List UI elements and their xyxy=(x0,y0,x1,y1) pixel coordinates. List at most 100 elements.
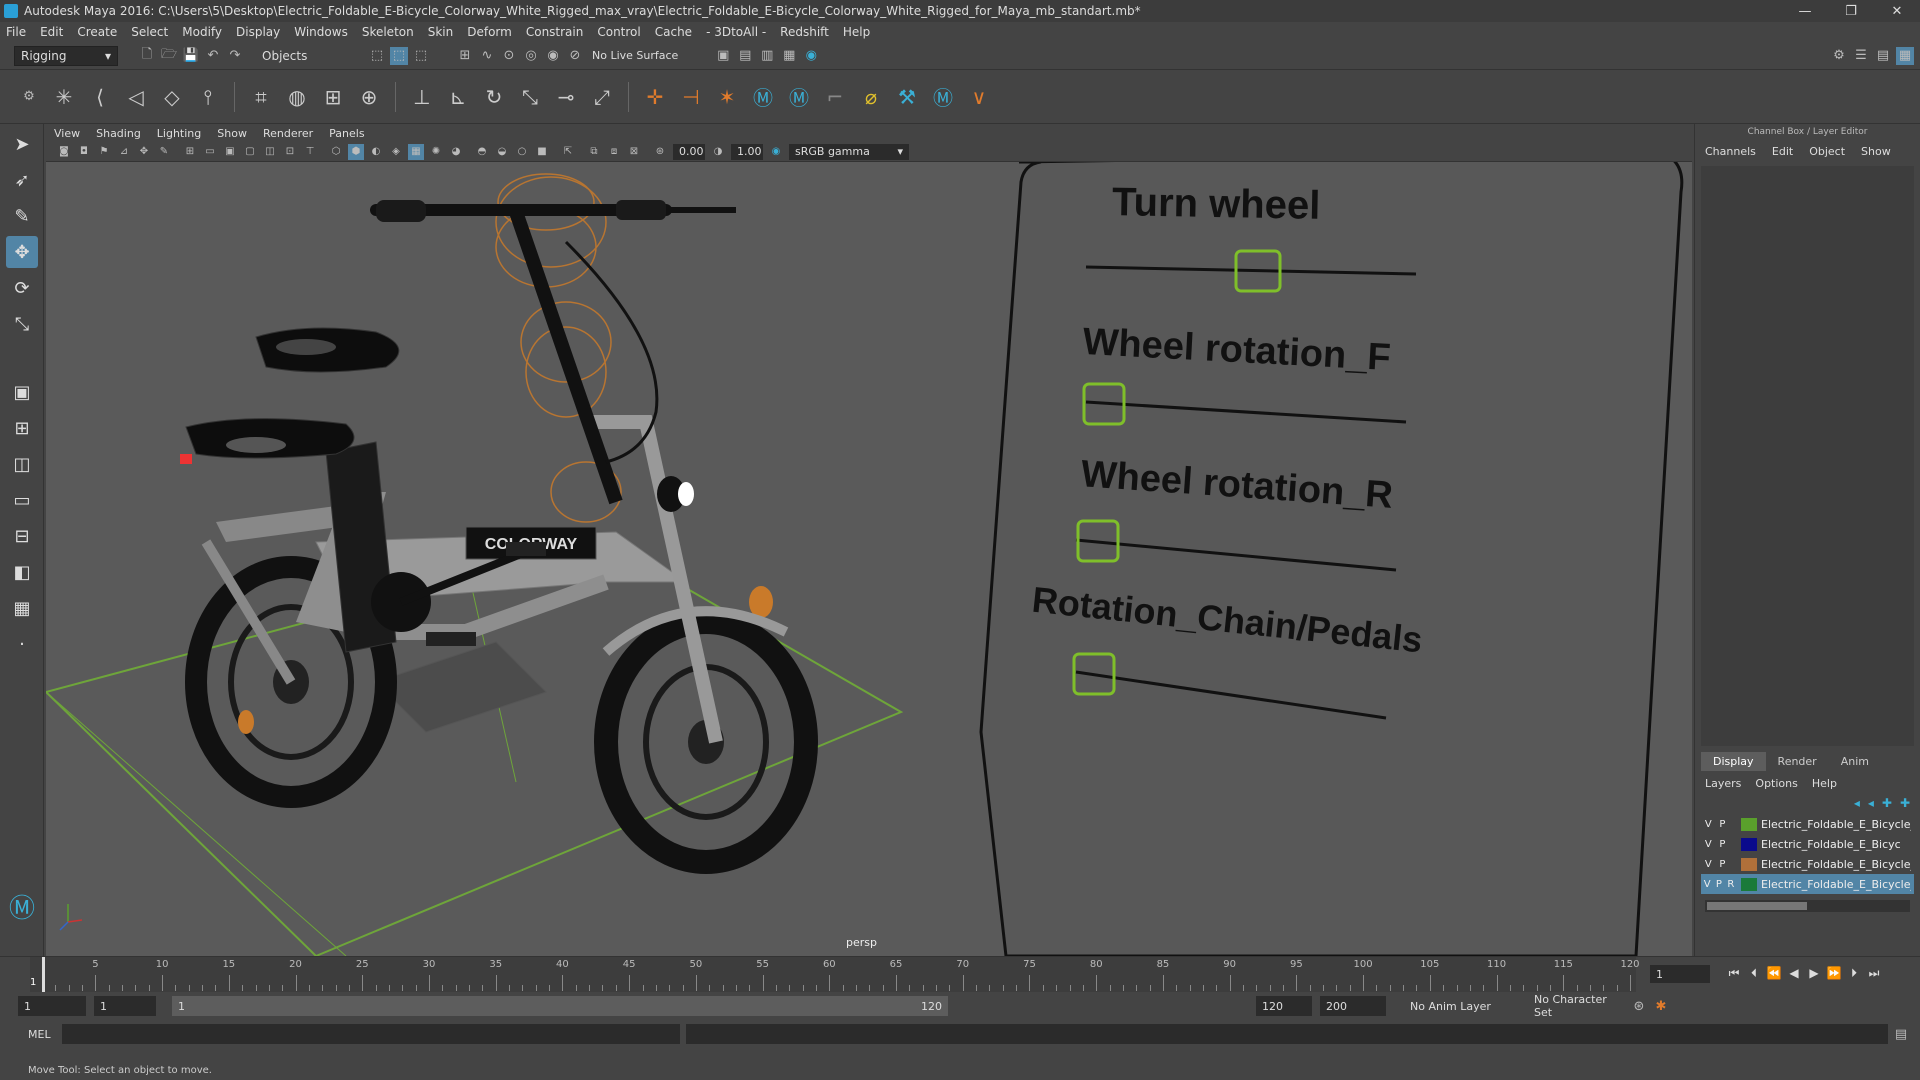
le-menu-options[interactable]: Options xyxy=(1755,777,1797,790)
animation-end-field[interactable]: 200 xyxy=(1320,996,1386,1016)
layer-toggle-p[interactable]: P xyxy=(1719,839,1725,850)
cb-menu-channels[interactable]: Channels xyxy=(1705,145,1756,158)
snap-point-icon[interactable]: ⊙ xyxy=(500,47,518,65)
color-management-icon[interactable]: ◉ xyxy=(768,144,784,160)
layer-toggle-v[interactable]: V xyxy=(1705,839,1712,850)
menu-select[interactable]: Select xyxy=(131,25,168,39)
lattice-icon[interactable]: ⊞ xyxy=(318,82,348,112)
persp-graph-icon[interactable]: ▭ xyxy=(6,484,38,516)
move-layer-up-icon[interactable]: ◂ xyxy=(1854,796,1860,810)
channel-box-icon[interactable]: ▦ xyxy=(1896,46,1914,65)
menu-cache[interactable]: Cache xyxy=(655,25,692,39)
view-transform-dropdown[interactable]: sRGB gamma ▾ xyxy=(789,143,909,160)
film-gate-icon[interactable]: ▭ xyxy=(202,144,218,160)
open-scene-icon[interactable]: 🗁 xyxy=(160,47,178,65)
scrollbar-thumb[interactable] xyxy=(1707,902,1807,910)
orient-constraint-icon[interactable]: ↻ xyxy=(479,82,509,112)
layer-color-swatch[interactable] xyxy=(1741,877,1757,891)
point-constraint-icon[interactable]: ⊾ xyxy=(443,82,473,112)
new-scene-icon[interactable]: 🗋 xyxy=(138,47,156,65)
layer-row[interactable]: V P R Electric_Foldable_E_Bicycle_C xyxy=(1701,874,1914,894)
menu-skeleton[interactable]: Skeleton xyxy=(362,25,414,39)
layer-visibility-toggles[interactable]: VP xyxy=(1701,839,1737,850)
step-forward-frame-icon[interactable]: ⏵ xyxy=(1844,966,1864,981)
tab-render[interactable]: Render xyxy=(1766,752,1829,771)
play-forwards-icon[interactable]: ▶ xyxy=(1804,966,1824,980)
shelf-options-icon[interactable]: ⚙ xyxy=(20,88,38,106)
playback-end-field[interactable]: 120 xyxy=(1256,996,1312,1016)
locator-icon[interactable]: ✛ xyxy=(640,82,670,112)
two-d-pan-icon[interactable]: ✥ xyxy=(136,144,152,160)
parent-constraint-icon[interactable]: ⊥ xyxy=(407,82,437,112)
create-layer-from-selected-icon[interactable]: ✚ xyxy=(1900,796,1910,810)
command-input[interactable] xyxy=(62,1024,680,1044)
layer-visibility-toggles[interactable]: VP xyxy=(1701,859,1737,870)
menu-modify[interactable]: Modify xyxy=(182,25,222,39)
hypershade-layout-icon[interactable]: ⊟ xyxy=(6,520,38,552)
tool-settings-icon[interactable]: ▤ xyxy=(1874,47,1892,65)
tab-anim[interactable]: Anim xyxy=(1829,752,1881,771)
step-forward-key-icon[interactable]: ⏩ xyxy=(1824,966,1844,980)
safe-title-icon[interactable]: ⊤ xyxy=(302,144,318,160)
wireframe-icon[interactable]: ⬡ xyxy=(328,144,344,160)
image-plane-icon[interactable]: ⊿ xyxy=(116,144,132,160)
script-editor-icon[interactable]: ▤ xyxy=(1892,1025,1910,1043)
anti-aliasing-icon[interactable]: ○ xyxy=(514,144,530,160)
menuset-dropdown[interactable]: Rigging ▾ xyxy=(14,45,118,66)
render-settings-icon[interactable]: ▦ xyxy=(780,47,798,65)
anim-layer-dropdown[interactable]: No Anim Layer xyxy=(1404,996,1522,1016)
camera-attributes-icon[interactable]: ◘ xyxy=(76,144,92,160)
create-empty-layer-icon[interactable]: ✚ xyxy=(1882,796,1892,810)
range-slider[interactable]: 1 120 xyxy=(172,996,948,1016)
go-to-end-icon[interactable]: ⏭ xyxy=(1864,966,1884,981)
gamma-field[interactable]: 1.00 xyxy=(731,143,763,160)
human-ik-icon[interactable]: Ⓜ xyxy=(748,82,778,112)
bookmark-icon[interactable]: ⚑ xyxy=(96,144,112,160)
menu-windows[interactable]: Windows xyxy=(294,25,348,39)
pole-vector-icon[interactable]: ⤢ xyxy=(587,82,617,112)
layer-color-swatch[interactable] xyxy=(1741,837,1757,851)
collapse-toolbox-icon[interactable]: · xyxy=(6,628,38,660)
insert-joint-icon[interactable]: ⟨ xyxy=(85,82,115,112)
layer-toggle-p[interactable]: P xyxy=(1719,819,1725,830)
vp-menu-panels[interactable]: Panels xyxy=(329,127,364,140)
menu-create[interactable]: Create xyxy=(77,25,117,39)
playhead[interactable] xyxy=(42,957,45,993)
select-component-icon[interactable]: ⬚ xyxy=(412,47,430,65)
vp-menu-renderer[interactable]: Renderer xyxy=(263,127,313,140)
exposure-icon[interactable]: ⊛ xyxy=(652,144,668,160)
select-camera-icon[interactable]: ◙ xyxy=(56,144,72,160)
layer-toggle-p[interactable]: P xyxy=(1719,859,1725,870)
playback-start-field[interactable]: 1 xyxy=(94,996,156,1016)
vp-menu-shading[interactable]: Shading xyxy=(96,127,141,140)
layer-visibility-toggles[interactable]: VPR xyxy=(1701,879,1737,890)
layer-color-swatch[interactable] xyxy=(1741,857,1757,871)
modeling-toolkit-icon[interactable]: ⚙ xyxy=(1830,47,1848,65)
single-perspective-icon[interactable]: ▣ xyxy=(6,376,38,408)
animation-preferences-icon[interactable]: ✱ xyxy=(1652,997,1670,1015)
gamma-icon[interactable]: ◑ xyxy=(710,144,726,160)
layer-toggle-v[interactable]: V xyxy=(1704,879,1711,890)
use-all-lights-icon[interactable]: ✺ xyxy=(428,144,444,160)
grease-pencil-icon[interactable]: ✎ xyxy=(156,144,172,160)
close-button[interactable]: ✕ xyxy=(1874,0,1920,22)
layer-toggle-p[interactable]: P xyxy=(1716,879,1722,890)
menu-skin[interactable]: Skin xyxy=(428,25,454,39)
aim-constraint-icon[interactable]: ⊸ xyxy=(551,82,581,112)
move-tool-icon[interactable]: ✥ xyxy=(6,236,38,268)
orient-joint-icon[interactable]: ◇ xyxy=(157,82,187,112)
scale-constraint-icon[interactable]: ⤡ xyxy=(515,82,545,112)
select-tool-icon[interactable]: ➤ xyxy=(6,128,38,160)
ipr-render-icon[interactable]: ▥ xyxy=(758,47,776,65)
layer-toggle-v[interactable]: V xyxy=(1705,819,1712,830)
hypershade-icon[interactable]: ◉ xyxy=(802,47,820,65)
layer-toggle-v[interactable]: V xyxy=(1705,859,1712,870)
render-view-icon[interactable]: ▣ xyxy=(714,47,732,65)
menu-help[interactable]: Help xyxy=(843,25,870,39)
paint-select-icon[interactable]: ✎ xyxy=(6,200,38,232)
mirror-joint-icon[interactable]: ◁ xyxy=(121,82,151,112)
maximize-button[interactable]: ❐ xyxy=(1828,0,1874,22)
step-back-key-icon[interactable]: ⏪ xyxy=(1764,966,1784,980)
step-back-frame-icon[interactable]: ⏴ xyxy=(1744,966,1764,981)
layer-visibility-toggles[interactable]: VP xyxy=(1701,819,1737,830)
